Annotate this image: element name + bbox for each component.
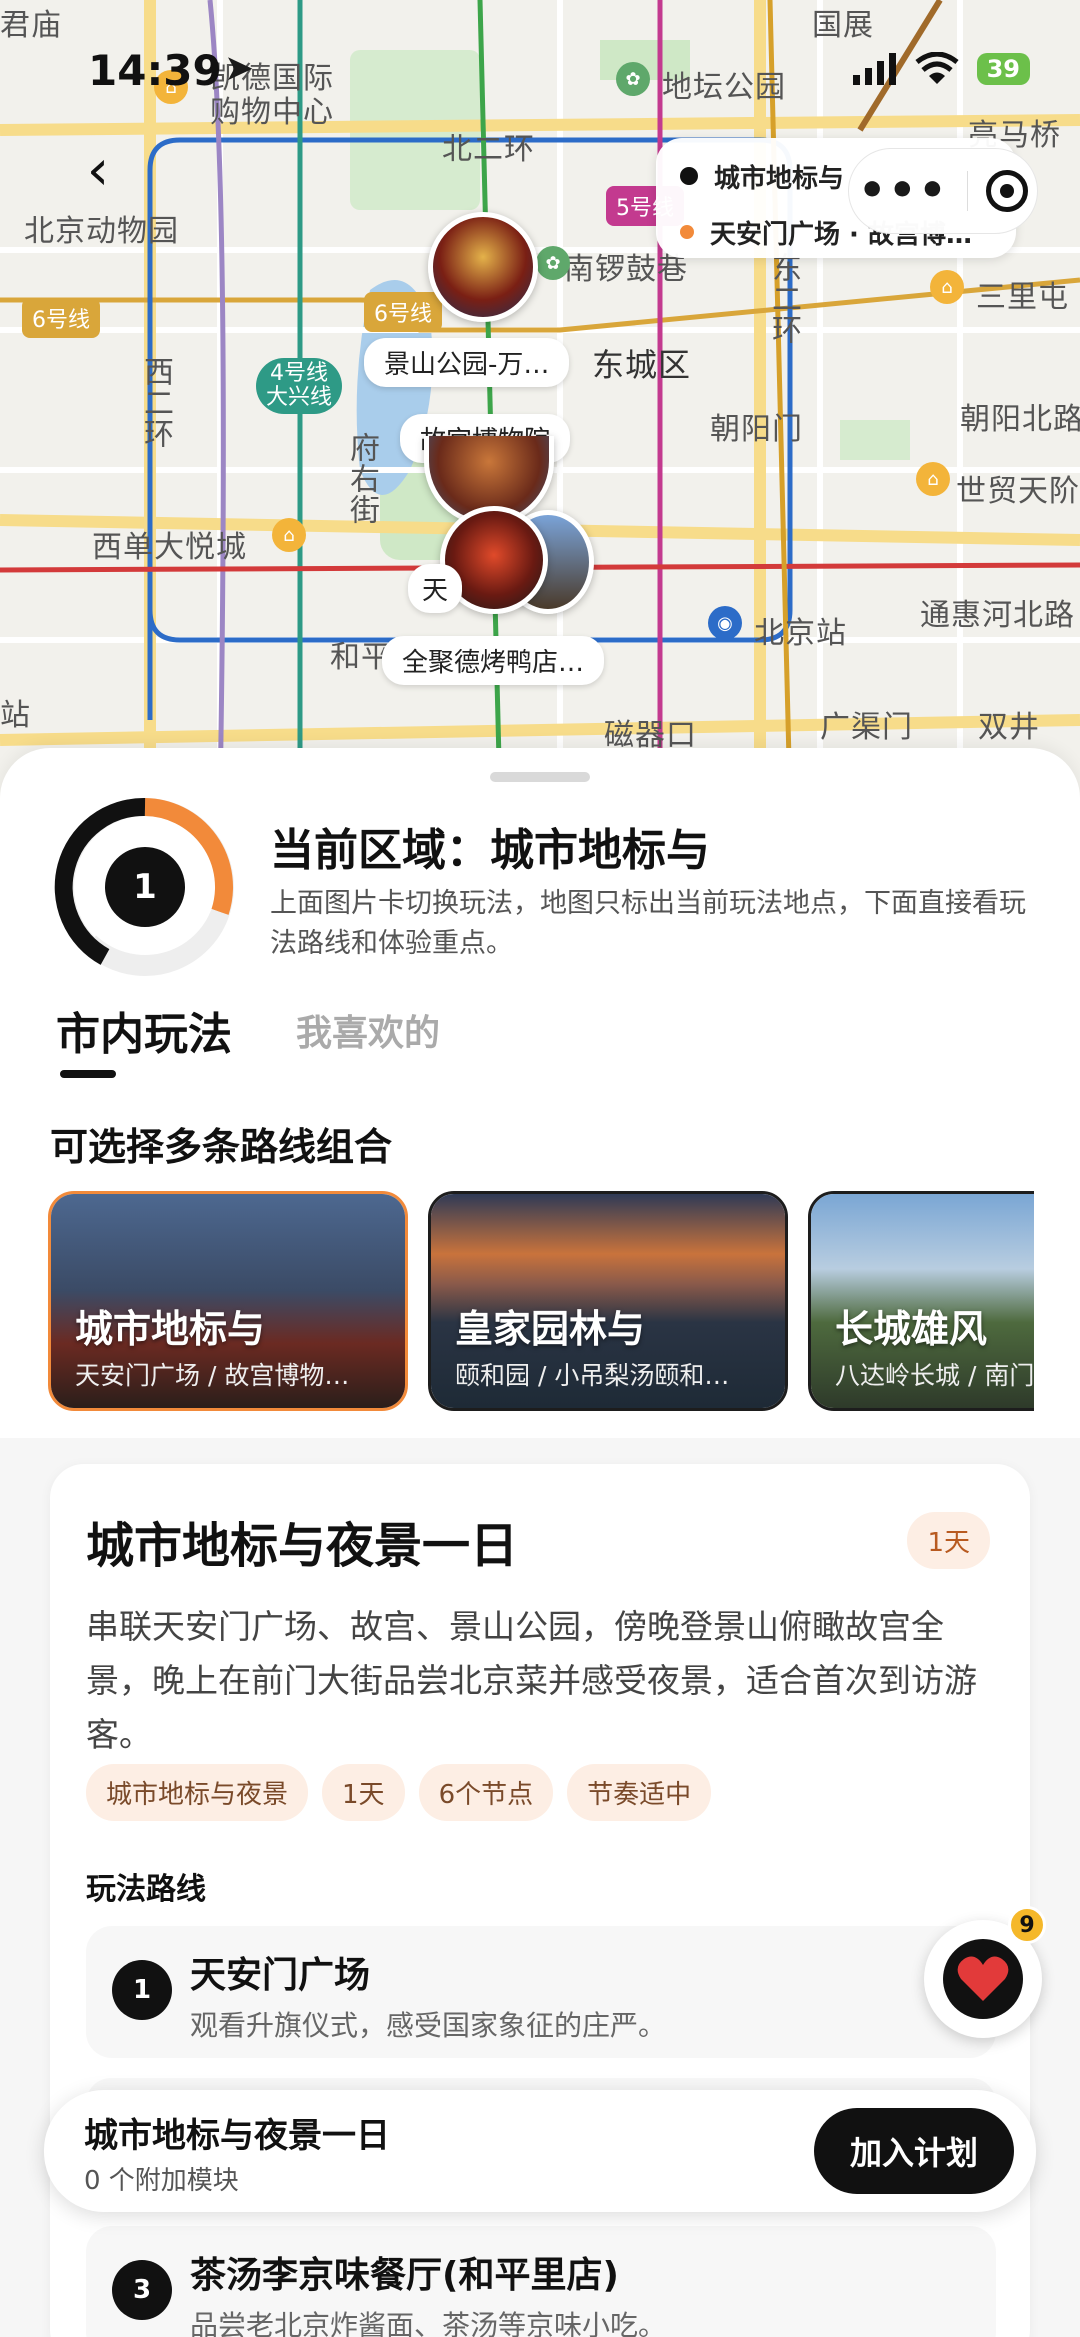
- map-label-beierhuan: 北二环: [442, 132, 535, 167]
- station-poi-icon: ◉: [708, 606, 742, 640]
- tab-city-play-label: 市内玩法: [56, 1009, 232, 1060]
- route-overlay-row1: 城市地标与: [714, 163, 845, 194]
- line-4-badge: 4号线 大兴线: [256, 358, 343, 414]
- route-stop-note: 观看升旗仪式，感受国家象征的庄严。: [190, 2009, 667, 2042]
- back-button[interactable]: ‹: [58, 130, 138, 210]
- map-label-shuangjing: 双井: [978, 710, 1040, 745]
- route-stop[interactable]: 3 茶汤李京味餐厅(和平里店) 品尝老北京炸酱面、茶汤等京味小吃。: [86, 2226, 996, 2337]
- route-card-subtitle: 八达岭长城 / 南门: [835, 1361, 1034, 1390]
- heart-icon: [957, 1956, 1009, 2001]
- map-label-fuyoujie: 府右街: [344, 432, 379, 525]
- tab-active-indicator: [60, 1070, 116, 1078]
- map-view[interactable]: 君庙 国展 凯德国际购物中心 地坛公园 亮马桥 北二环 北京动物园 南锣鼓巷 三…: [0, 0, 1080, 800]
- mall-poi-icon-3: ⌂: [916, 462, 950, 496]
- route-card-subtitle: 天安门广场 / 故宫博物…: [75, 1361, 350, 1390]
- close-target-icon[interactable]: [985, 170, 1028, 212]
- route-card-carousel[interactable]: 城市地标与 天安门广场 / 故宫博物… 皇家园林与 颐和园 / 小吊梨汤颐和… …: [48, 1191, 1034, 1413]
- map-label-junmiao: 君庙: [0, 8, 62, 43]
- chevron-left-icon: ‹: [86, 137, 110, 203]
- tab-city-play[interactable]: 市内玩法: [56, 998, 232, 1088]
- routes-section-label: 可选择多条路线组合: [50, 1125, 393, 1169]
- route-path-label: 玩法路线: [86, 1872, 206, 1907]
- mall-poi-icon-2: ⌂: [272, 518, 306, 552]
- miniprogram-capsule: •••: [848, 148, 1038, 234]
- map-label-zoo: 北京动物园: [24, 214, 179, 249]
- route-card-title: 皇家园林与: [455, 1307, 646, 1351]
- marker-tian-label[interactable]: 天: [408, 564, 463, 613]
- add-to-plan-button[interactable]: 加入计划: [814, 2108, 1014, 2194]
- route-tag: 节奏适中: [567, 1764, 712, 1821]
- route-dot-accent-icon: [680, 225, 694, 239]
- plan-subtitle: 0 个附加模块: [84, 2166, 239, 2196]
- region-title: 当前区域：城市地标与: [270, 825, 710, 876]
- more-icon[interactable]: •••: [858, 169, 948, 213]
- status-bar: 14:39 ➤ 39: [0, 40, 1080, 100]
- duration-badge: 1天: [907, 1512, 990, 1569]
- mall-poi-icon-4: ⌂: [930, 270, 964, 304]
- route-stop[interactable]: 1 天安门广场 观看升旗仪式，感受国家象征的庄严。: [86, 1926, 996, 2058]
- tab-favorites[interactable]: 我喜欢的: [296, 998, 440, 1088]
- route-detail-title: 城市地标与夜景一日: [86, 1518, 519, 1574]
- map-label-xierhuan: 西二环: [138, 356, 173, 449]
- tab-favorites-label: 我喜欢的: [296, 1013, 441, 1054]
- route-stop-note: 品尝老北京炸酱面、茶汤等京味小吃。: [190, 2309, 667, 2337]
- wifi-icon: [915, 52, 959, 84]
- route-tag: 6个节点: [418, 1764, 554, 1821]
- region-description: 上面图片卡切换玩法，地图只标出当前玩法地点，下面直接看玩法路线和体验重点。: [270, 888, 1026, 959]
- favorites-button[interactable]: 9: [924, 1906, 1046, 2038]
- marker-jingshan-label[interactable]: 景山公园-万…: [364, 338, 570, 387]
- map-label-xidan: 西单大悦城: [92, 530, 247, 565]
- route-card-subtitle: 颐和园 / 小吊梨汤颐和…: [455, 1361, 730, 1390]
- region-header: 1 当前区域：城市地标与 上面图片卡切换玩法，地图只标出当前玩法地点，下面直接看…: [50, 792, 1040, 992]
- map-label-tonghui: 通惠河北路: [920, 598, 1075, 633]
- route-card-gardens[interactable]: 皇家园林与 颐和园 / 小吊梨汤颐和…: [428, 1191, 788, 1411]
- favorites-count-badge: 9: [1008, 1906, 1046, 1944]
- line-6-badge: 6号线: [22, 298, 100, 338]
- map-label-guangqumen: 广渠门: [820, 710, 913, 745]
- map-label-dongerhuan: 东二环: [766, 252, 801, 345]
- route-card-title: 城市地标与: [75, 1307, 266, 1351]
- location-arrow-icon: ➤: [224, 48, 255, 89]
- route-card-title: 长城雄风: [835, 1307, 988, 1351]
- battery-indicator: 39: [976, 53, 1030, 85]
- route-detail-description: 串联天安门广场、故宫、景山公园，傍晚登景山俯瞰故宫全景，晚上在前门大街品尝北京菜…: [86, 1607, 977, 1754]
- route-card-landmarks[interactable]: 城市地标与 天安门广场 / 故宫博物…: [48, 1191, 408, 1411]
- route-stop-name: 天安门广场: [190, 1955, 371, 1996]
- route-tag: 1天: [322, 1764, 405, 1821]
- route-tags: 城市地标与夜景 1天 6个节点 节奏适中: [86, 1764, 712, 1821]
- tab-bar: 市内玩法 我喜欢的: [56, 998, 440, 1088]
- route-dot-icon: [680, 167, 698, 185]
- map-label-chaoyangbei: 朝阳北路: [960, 402, 1080, 437]
- route-stop-number: 3: [112, 2260, 172, 2320]
- map-label-dongcheng: 东城区: [592, 346, 692, 384]
- sheet-drag-handle[interactable]: [490, 772, 590, 782]
- map-label-guozhan: 国展: [812, 8, 874, 43]
- signal-icon: [852, 53, 896, 85]
- route-tag: 城市地标与夜景: [86, 1764, 309, 1821]
- route-stop-number: 1: [112, 1960, 172, 2020]
- plan-bar: 城市地标与夜景一日 0 个附加模块 加入计划: [44, 2090, 1036, 2212]
- map-label-shimao: 世贸天阶: [956, 474, 1080, 509]
- route-card-greatwall[interactable]: 长城雄风 八达岭长城 / 南门: [808, 1191, 1034, 1411]
- map-label-sanlitun: 三里屯: [976, 280, 1069, 315]
- status-time: 14:39: [88, 46, 222, 95]
- region-number: 1: [105, 847, 185, 927]
- map-label-zhan: 站: [0, 698, 31, 733]
- map-label-chaoyangmen: 朝阳门: [710, 412, 803, 447]
- line-6-badge-mid: 6号线: [364, 292, 442, 332]
- route-stop-name: 茶汤李京味餐厅(和平里店): [190, 2255, 619, 2296]
- plan-title: 城市地标与夜景一日: [84, 2116, 390, 2156]
- marker-jingshan-photo[interactable]: [428, 212, 538, 322]
- marker-quanjude-label[interactable]: 全聚德烤鸭店…: [382, 636, 605, 685]
- park-poi-icon-2: ✿: [536, 246, 570, 280]
- favorites-inner: [943, 1939, 1023, 2019]
- map-label-beijingzhan: 北京站: [754, 616, 847, 651]
- capsule-divider: [966, 171, 968, 211]
